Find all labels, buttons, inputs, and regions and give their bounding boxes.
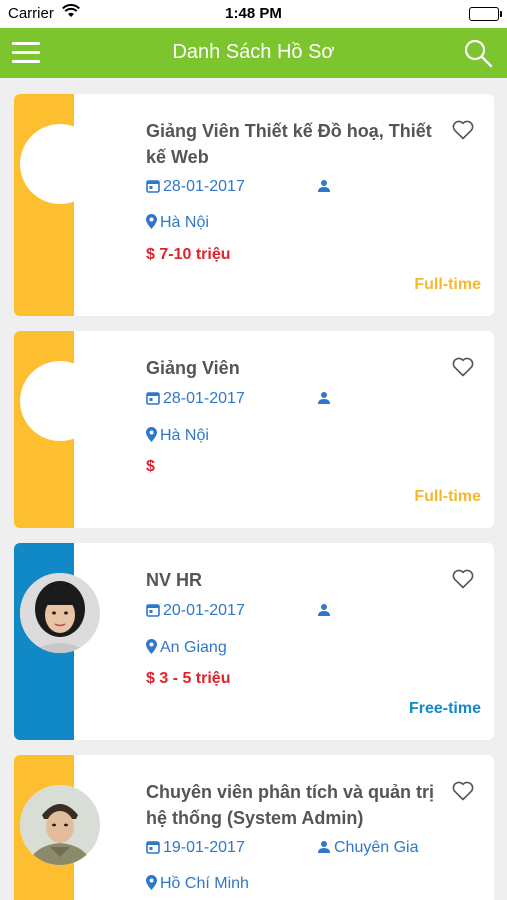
user-icon [317,839,334,856]
user-icon [317,390,334,407]
position-level: Chuyên Gia [317,839,419,857]
calendar-icon [146,178,163,195]
salary: $ 3 - 5 triệu [146,670,231,687]
location: An Giang [146,639,227,657]
user-icon [317,602,334,619]
post-date: 28-01-2017 [146,390,245,408]
profile-card[interactable]: Chuyên viên phân tích và quản trị hệ thố… [14,755,494,900]
profile-list: Giảng Viên Thiết kế Đồ hoạ, Thiết kế Web… [14,94,494,900]
salary: $ [146,458,155,475]
location-text: Hà Nội [160,214,209,231]
avatar [20,573,100,653]
location-text: Hà Nội [160,427,209,444]
job-type-label: Full-time [414,276,481,293]
calendar-icon [146,390,163,407]
favorite-heart-icon[interactable] [452,357,474,377]
position-text: Chuyên Gia [334,839,419,856]
job-title: Giảng Viên Thiết kế Đồ hoạ, Thiết kế Web [146,121,432,167]
calendar-icon [146,839,163,856]
map-pin-icon [146,875,160,892]
favorite-heart-icon[interactable] [452,569,474,589]
avatar [20,361,100,441]
avatar [20,124,100,204]
post-date: 19-01-2017 [146,839,245,857]
status-bar: Carrier 1:48 PM [0,0,507,28]
location: Hà Nội [146,214,209,232]
page-title: Danh Sách Hồ Sơ [172,41,335,63]
position-level [317,602,334,620]
job-title: Giảng Viên [146,358,240,378]
date-text: 28-01-2017 [163,390,245,407]
profile-card[interactable]: NV HR 20-01-2017 An Giang $ 3 - 5 triệu Free… [14,543,494,740]
profile-card[interactable]: Giảng Viên 28-01-2017 Hà Nội $ Full-time [14,331,494,528]
favorite-heart-icon[interactable] [452,781,474,801]
post-date: 20-01-2017 [146,602,245,620]
map-pin-icon [146,639,160,656]
position-level [317,390,334,408]
job-title: NV HR [146,570,203,590]
date-text: 20-01-2017 [163,602,245,619]
location: Hà Nội [146,427,209,445]
location-text: Hồ Chí Minh [160,875,249,892]
favorite-heart-icon[interactable] [452,120,474,140]
post-date: 28-01-2017 [146,178,245,196]
job-type-label: Full-time [414,488,481,505]
date-text: 28-01-2017 [163,178,245,195]
map-pin-icon [146,214,160,231]
job-title: Chuyên viên phân tích và quản trị hệ thố… [146,782,435,828]
user-icon [317,178,334,195]
profile-card[interactable]: Giảng Viên Thiết kế Đồ hoạ, Thiết kế Web… [14,94,494,316]
nav-bar: Danh Sách Hồ Sơ [0,28,507,78]
position-level [317,178,334,196]
date-text: 19-01-2017 [163,839,245,856]
map-pin-icon [146,427,160,444]
location: Hồ Chí Minh [146,875,249,893]
battery-icon [469,7,502,21]
search-icon[interactable] [463,38,493,68]
clock: 1:48 PM [225,5,282,22]
job-type-label: Free-time [408,700,481,717]
calendar-icon [146,602,163,619]
avatar [20,785,100,865]
location-text: An Giang [160,639,227,656]
salary: $ 7-10 triệu [146,246,231,263]
